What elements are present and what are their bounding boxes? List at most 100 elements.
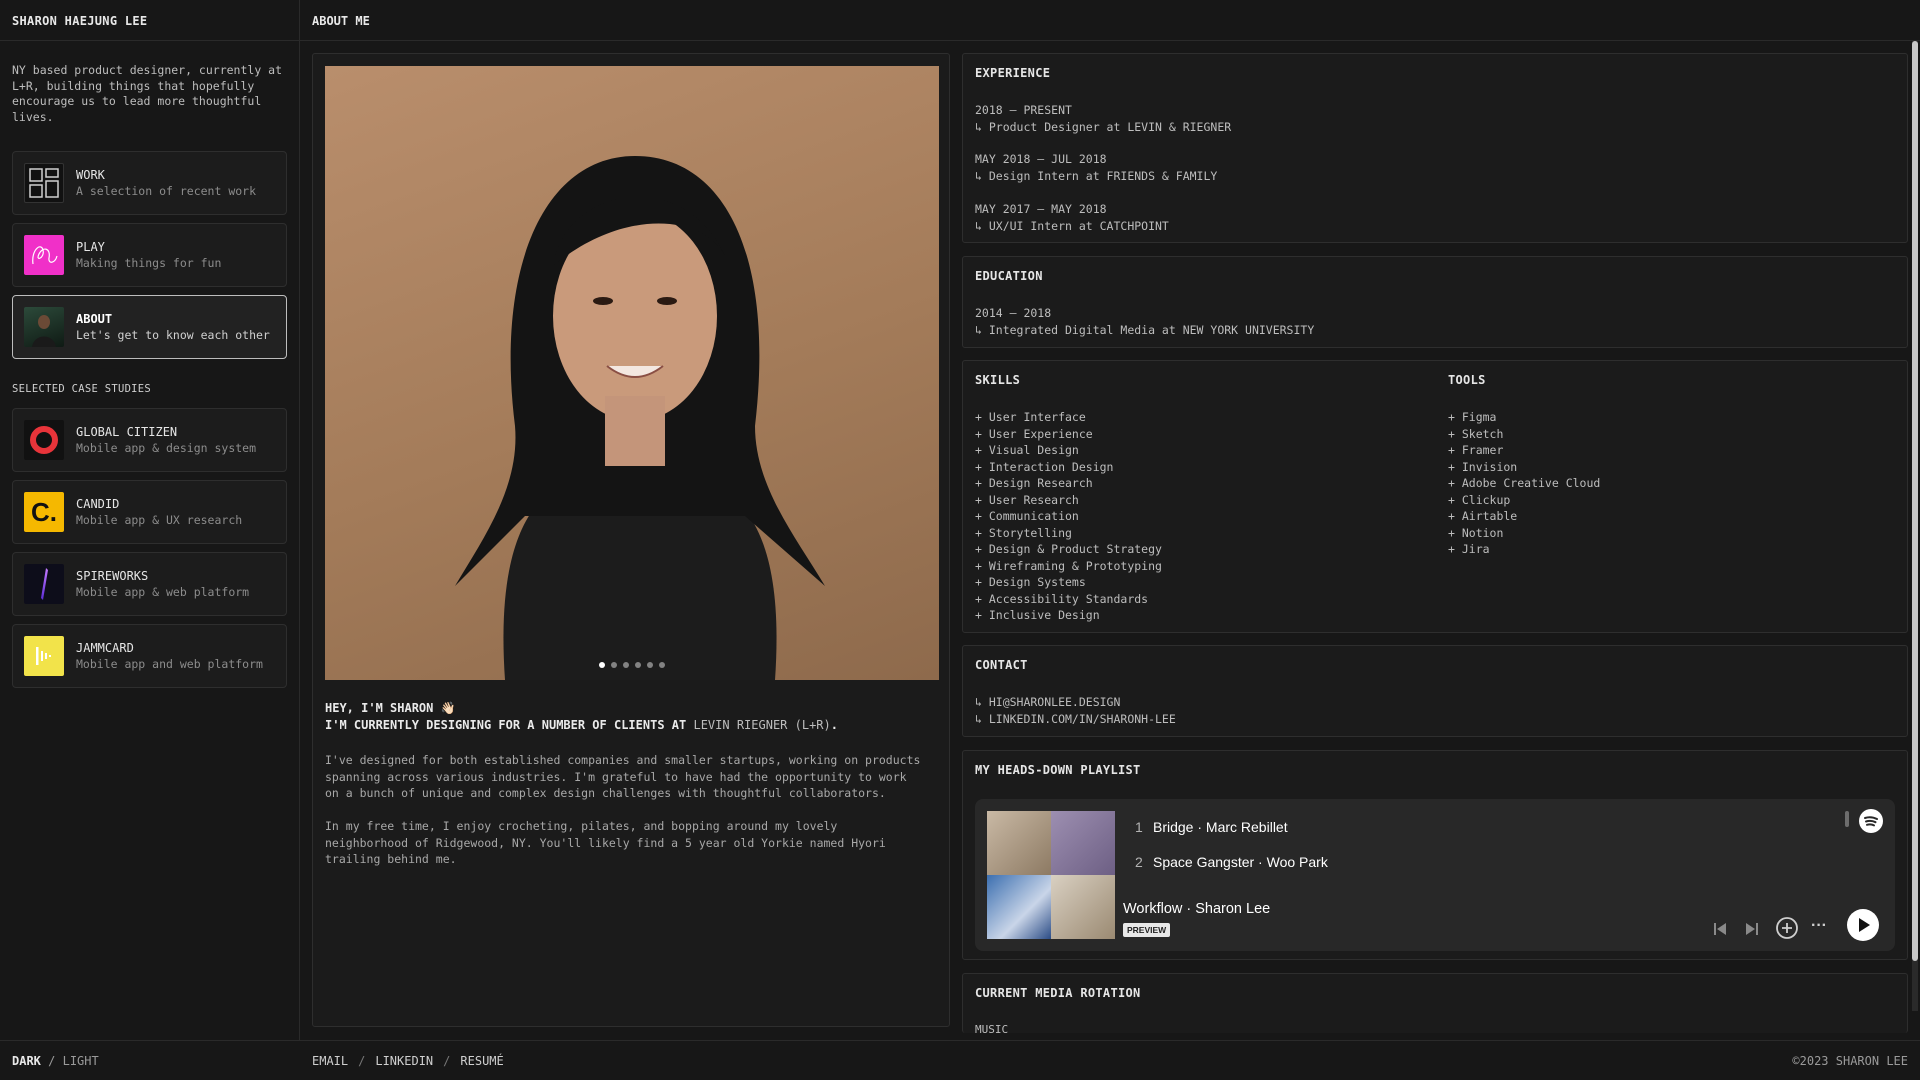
- tool-item: + Framer: [1448, 443, 1504, 457]
- client-link[interactable]: LEVIN RIEGNER (L+R): [693, 718, 830, 732]
- case-title: JAMMCARD: [76, 641, 134, 655]
- case-subtitle: Mobile app & web platform: [76, 585, 250, 599]
- carousel-dot[interactable]: [659, 662, 665, 668]
- spotify-logo-icon[interactable]: [1859, 809, 1883, 833]
- track-number: 1: [1135, 819, 1143, 835]
- tool-item: + Clickup: [1448, 492, 1511, 507]
- nav-work[interactable]: WORK A selection of recent work: [12, 151, 287, 215]
- case-spireworks[interactable]: SPIREWORKS Mobile app & web platform: [12, 552, 287, 616]
- carousel-dot[interactable]: [599, 662, 605, 668]
- skills-list: + User Interface + User Experience + Vis…: [975, 409, 1162, 624]
- currently-line: I'M CURRENTLY DESIGNING FOR A NUMBER OF …: [325, 717, 838, 734]
- experience-entry: 2018 – PRESENT ↳ Product Designer at LEV…: [975, 102, 1231, 135]
- footer-linkedin-link[interactable]: LINKEDIN: [375, 1054, 433, 1068]
- sidebar: SHARON HAEJUNG LEE NY based product desi…: [0, 0, 300, 1040]
- greeting: HEY, I'M SHARON 👋🏻: [325, 701, 456, 715]
- carousel-dot[interactable]: [611, 662, 617, 668]
- linkedin-link[interactable]: ↳ LINKEDIN.COM/IN/SHARONH-LEE: [975, 711, 1176, 728]
- carousel-dots: [325, 662, 939, 668]
- album-art-grid: [987, 811, 1115, 939]
- skill-item: + User Research: [975, 492, 1079, 507]
- page-scrollbar[interactable]: [1912, 41, 1918, 1011]
- nav-about[interactable]: ABOUT Let's get to know each other: [12, 295, 287, 359]
- album-art: [1051, 811, 1115, 875]
- skill-item: + Visual Design: [975, 443, 1079, 457]
- contact-card: CONTACT ↳ HI@SHARONLEE.DESIGN ↳ LINKEDIN…: [962, 645, 1908, 737]
- candid-logo-icon: C.: [24, 492, 64, 532]
- skills-title: SKILLS: [975, 373, 1021, 387]
- case-studies-label: SELECTED CASE STUDIES: [12, 383, 152, 395]
- case-candid[interactable]: C. CANDID Mobile app & UX research: [12, 480, 287, 544]
- playlist-name[interactable]: Workflow · Sharon Lee: [1123, 901, 1270, 917]
- case-subtitle: Mobile app and web platform: [76, 657, 263, 671]
- education-entry: 2014 – 2018 ↳ Integrated Digital Media a…: [975, 305, 1314, 338]
- scribble-icon: [24, 235, 64, 275]
- more-options-icon[interactable]: ···: [1811, 917, 1827, 935]
- skill-item: + Storytelling: [975, 525, 1072, 540]
- track-row[interactable]: 1 Bridge · Marc Rebillet: [1135, 819, 1288, 835]
- carousel-dot[interactable]: [647, 662, 653, 668]
- skill-item: + User Interface: [975, 410, 1086, 424]
- jammcard-logo-icon: [24, 636, 64, 676]
- entry-dates: MAY 2018 – JUL 2018: [975, 152, 1107, 166]
- case-global-citizen[interactable]: GLOBAL CITIZEN Mobile app & design syste…: [12, 408, 287, 472]
- track-row[interactable]: 2 Space Gangster · Woo Park: [1135, 854, 1328, 870]
- footer-resume-link[interactable]: RESUMÉ: [460, 1054, 503, 1068]
- nav-about-title: ABOUT: [76, 312, 113, 326]
- profile-photo[interactable]: [325, 66, 939, 680]
- entry-role: ↳ Design Intern at FRIENDS & FAMILY: [975, 168, 1218, 183]
- intro-text: NY based product designer, currently at …: [12, 63, 283, 124]
- site-name[interactable]: SHARON HAEJUNG LEE: [0, 0, 299, 41]
- carousel-dot[interactable]: [623, 662, 629, 668]
- about-panel: HEY, I'M SHARON 👋🏻 I'M CURRENTLY DESIGNI…: [312, 53, 950, 1027]
- portrait-illustration: [455, 156, 825, 680]
- case-title: SPIREWORKS: [76, 569, 149, 583]
- tool-item: + Invision: [1448, 459, 1518, 474]
- dark-mode-toggle[interactable]: DARK: [12, 1054, 41, 1068]
- track-number: 2: [1135, 854, 1143, 870]
- embed-scrollbar[interactable]: [1845, 811, 1849, 827]
- experience-title: EXPERIENCE: [975, 66, 1051, 80]
- skill-item: + Design & Product Strategy: [975, 542, 1162, 556]
- about-heading: HEY, I'M SHARON 👋🏻 I'M CURRENTLY DESIGNI…: [325, 700, 838, 733]
- skill-item: + User Experience: [975, 426, 1093, 441]
- app-root: SHARON HAEJUNG LEE NY based product desi…: [0, 0, 1920, 1080]
- nav-play[interactable]: PLAY Making things for fun: [12, 223, 287, 287]
- about-paragraph-1: I've designed for both established compa…: [325, 753, 921, 800]
- experience-card: EXPERIENCE 2018 – PRESENT ↳ Product Desi…: [962, 53, 1908, 243]
- case-title: GLOBAL CITIZEN: [76, 425, 178, 439]
- experience-entry: MAY 2017 – MAY 2018 ↳ UX/UI Intern at CA…: [975, 201, 1169, 234]
- entry-role: ↳ UX/UI Intern at CATCHPOINT: [975, 218, 1169, 233]
- skill-item: + Design Systems: [975, 575, 1086, 589]
- footer-email-link[interactable]: EMAIL: [312, 1054, 348, 1068]
- theme-toggle: DARK / LIGHT: [12, 1054, 99, 1068]
- tool-item: + Jira: [1448, 542, 1490, 556]
- experience-entry: MAY 2018 – JUL 2018 ↳ Design Intern at F…: [975, 151, 1217, 184]
- tool-item: + Sketch: [1448, 426, 1504, 441]
- email-link[interactable]: ↳ HI@SHARONLEE.DESIGN: [975, 694, 1176, 711]
- skip-forward-icon[interactable]: [1744, 921, 1760, 941]
- tools-list: + Figma + Sketch + Framer + Invision + A…: [1448, 409, 1600, 558]
- nav-work-subtitle: A selection of recent work: [76, 184, 257, 198]
- mode-separator: /: [48, 1054, 56, 1068]
- scrollbar-thumb[interactable]: [1912, 41, 1918, 961]
- carousel-dot[interactable]: [635, 662, 641, 668]
- copyright: ©2023 SHARON LEE: [1792, 1054, 1908, 1068]
- education-card: EDUCATION 2014 – 2018 ↳ Integrated Digit…: [962, 256, 1908, 348]
- entry-dates: MAY 2017 – MAY 2018: [975, 202, 1107, 216]
- play-button[interactable]: [1847, 909, 1879, 941]
- media-category-label: MUSIC: [975, 1023, 1009, 1036]
- add-icon[interactable]: [1775, 916, 1799, 944]
- footer-bar: DARK / LIGHT EMAIL / LINKEDIN / RESUMÉ ©2023…: [0, 1040, 1920, 1080]
- tools-title: TOOLS: [1448, 373, 1486, 387]
- skills-tools-card: SKILLS TOOLS + User Interface + User Exp…: [962, 360, 1908, 633]
- entry-role: ↳ Product Designer at LEVIN & RIEGNER: [975, 119, 1232, 134]
- preview-badge: PREVIEW: [1123, 923, 1171, 937]
- spotify-embed[interactable]: 1 Bridge · Marc Rebillet 2 Space Gangster …: [975, 799, 1895, 951]
- global-citizen-logo-icon: [24, 420, 64, 460]
- skip-back-icon[interactable]: [1712, 921, 1728, 941]
- entry-dates: 2014 – 2018: [975, 306, 1052, 320]
- light-mode-toggle[interactable]: LIGHT: [63, 1054, 99, 1068]
- skill-item: + Wireframing & Prototyping: [975, 558, 1162, 573]
- case-jammcard[interactable]: JAMMCARD Mobile app and web platform: [12, 624, 287, 688]
